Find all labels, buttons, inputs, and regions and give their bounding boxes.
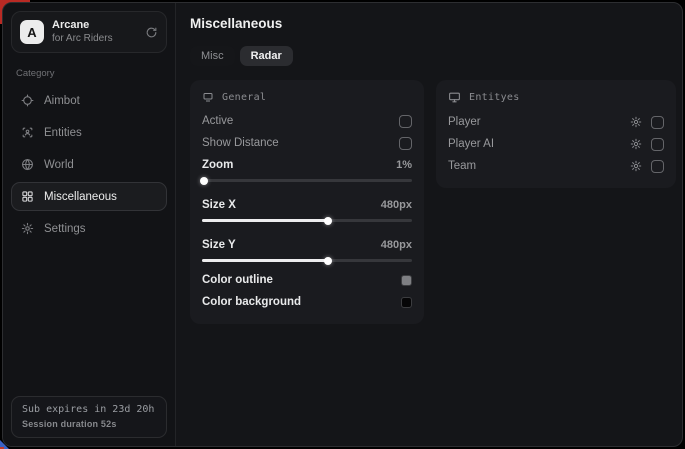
setting-row-color-outline: Color outline: [202, 269, 412, 291]
player-ai-settings-gear-icon[interactable]: [630, 138, 642, 150]
app-logo-letter: A: [27, 25, 36, 40]
zoom-slider[interactable]: [202, 179, 412, 182]
setting-row-show-distance: Show Distance: [202, 132, 412, 154]
entity-controls: [630, 138, 664, 151]
entity-row-player-ai: Player AI: [448, 133, 664, 155]
tab-radar[interactable]: Radar: [240, 46, 293, 66]
panel-general-title: General: [222, 92, 266, 103]
scan-person-icon: [21, 126, 34, 139]
app-brand: A Arcane for Arc Riders: [11, 11, 167, 53]
size-x-slider[interactable]: [202, 219, 412, 222]
sidebar-item-label: Entities: [44, 127, 82, 139]
panel-entities: Entityes Player: [436, 80, 676, 188]
player-checkbox[interactable]: [651, 116, 664, 129]
panel-entities-header: Entityes: [448, 91, 664, 104]
entity-label: Team: [448, 160, 476, 172]
sidebar-item-label: Aimbot: [44, 95, 80, 107]
setting-label: Active: [202, 115, 233, 127]
sidebar: A Arcane for Arc Riders Category: [3, 3, 176, 446]
setting-row-zoom: Zoom 1%: [202, 154, 412, 176]
brand-subtitle: for Arc Riders: [52, 33, 113, 46]
color-outline-swatch[interactable]: [401, 275, 412, 286]
size-x-slider-thumb[interactable]: [324, 217, 332, 225]
entity-row-team: Team: [448, 155, 664, 177]
setting-label: Size X: [202, 199, 236, 211]
crosshair-icon: [21, 94, 34, 107]
sync-icon[interactable]: [145, 26, 158, 39]
setting-label: Show Distance: [202, 137, 279, 149]
setting-label: Color background: [202, 296, 301, 308]
sub-expiry-text: Sub expires in 23d 20h: [22, 404, 156, 415]
setting-label: Size Y: [202, 239, 236, 251]
entity-row-player: Player: [448, 111, 664, 133]
page-title: Miscellaneous: [190, 16, 676, 31]
sidebar-item-entities[interactable]: Entities: [11, 118, 167, 147]
player-settings-gear-icon[interactable]: [630, 116, 642, 128]
tab-misc[interactable]: Misc: [190, 46, 235, 66]
setting-label: Color outline: [202, 274, 273, 286]
brand-text: Arcane for Arc Riders: [52, 19, 113, 45]
subscription-info: Sub expires in 23d 20h Session duration …: [11, 396, 167, 438]
sidebar-nav: Aimbot Entities Wo: [11, 86, 167, 243]
setting-row-active: Active: [202, 110, 412, 132]
gear-icon: [21, 222, 34, 235]
setting-row-size-y: Size Y 480px: [202, 234, 412, 256]
sidebar-item-label: World: [44, 159, 74, 171]
sidebar-item-miscellaneous[interactable]: Miscellaneous: [11, 182, 167, 211]
globe-icon: [21, 158, 34, 171]
setting-row-color-background: Color background: [202, 291, 412, 313]
monitor-icon: [448, 91, 461, 104]
entity-controls: [630, 116, 664, 129]
size-y-value: 480px: [381, 239, 412, 251]
panel-general: General Active Show Distance Zoom 1%: [190, 80, 424, 324]
sidebar-item-world[interactable]: World: [11, 150, 167, 179]
app-window: A Arcane for Arc Riders Category: [2, 2, 683, 447]
entity-controls: [630, 160, 664, 173]
zoom-value: 1%: [396, 159, 412, 171]
size-x-value: 480px: [381, 199, 412, 211]
sidebar-item-settings[interactable]: Settings: [11, 214, 167, 243]
app-logo: A: [20, 20, 44, 44]
desktop-background: A Arcane for Arc Riders Category: [0, 0, 685, 449]
active-checkbox[interactable]: [399, 115, 412, 128]
show-distance-checkbox[interactable]: [399, 137, 412, 150]
entity-label: Player: [448, 116, 481, 128]
setting-row-size-x: Size X 480px: [202, 194, 412, 216]
main-content: Miscellaneous Misc Radar General: [176, 3, 683, 446]
layout-icon: [202, 91, 214, 103]
panel-general-header: General: [202, 91, 412, 103]
sidebar-item-label: Settings: [44, 223, 86, 235]
player-ai-checkbox[interactable]: [651, 138, 664, 151]
setting-label: Zoom: [202, 159, 233, 171]
brand-title: Arcane: [52, 19, 113, 33]
zoom-slider-thumb[interactable]: [200, 177, 208, 185]
sidebar-item-aimbot[interactable]: Aimbot: [11, 86, 167, 115]
team-settings-gear-icon[interactable]: [630, 160, 642, 172]
category-label: Category: [16, 68, 162, 79]
size-y-slider-thumb[interactable]: [324, 257, 332, 265]
size-y-slider[interactable]: [202, 259, 412, 262]
entity-label: Player AI: [448, 138, 494, 150]
panels-container: General Active Show Distance Zoom 1%: [190, 80, 676, 324]
sidebar-item-label: Miscellaneous: [44, 191, 117, 203]
grid-icon: [21, 190, 34, 203]
tab-bar: Misc Radar: [190, 46, 676, 66]
color-background-swatch[interactable]: [401, 297, 412, 308]
session-duration-text: Session duration 52s: [22, 419, 156, 429]
team-checkbox[interactable]: [651, 160, 664, 173]
panel-entities-title: Entityes: [469, 92, 520, 103]
